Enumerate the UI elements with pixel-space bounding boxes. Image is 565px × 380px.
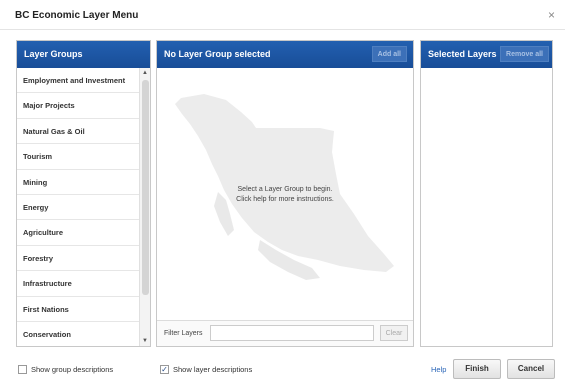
layer-groups-title: Layer Groups xyxy=(24,49,83,59)
selected-layers-panel: Selected Layers Remove all xyxy=(420,40,553,347)
filter-layers-label: Filter Layers xyxy=(164,330,203,337)
close-icon[interactable]: × xyxy=(548,9,555,21)
layer-group-item[interactable]: Employment and Investment xyxy=(17,68,140,94)
scroll-down-arrow-icon[interactable]: ▼ xyxy=(140,336,150,346)
scrollbar-thumb[interactable] xyxy=(142,80,149,295)
show-layer-descriptions-label: Show layer descriptions xyxy=(173,365,253,374)
map-placeholder: Select a Layer Group to begin. Click hel… xyxy=(157,68,413,318)
checkbox-box-icon[interactable] xyxy=(18,364,27,374)
dialog-title: BC Economic Layer Menu xyxy=(15,10,139,21)
instructions-line-2: Click help for more instructions. xyxy=(236,196,334,203)
instructions-line-1: Select a Layer Group to begin. xyxy=(237,186,333,193)
layer-group-list: Employment and Investment Major Projects N… xyxy=(17,68,140,346)
add-all-button[interactable]: Add all xyxy=(371,46,407,62)
filter-layers-input[interactable] xyxy=(210,325,374,341)
layer-group-item[interactable]: Natural Gas & Oil xyxy=(17,119,140,145)
layers-panel-header: No Layer Group selected Add all xyxy=(157,41,413,68)
show-layer-descriptions-checkbox[interactable]: ✓ Show layer descriptions xyxy=(160,364,252,376)
layer-groups-panel: Layer Groups Employment and Investment Ma… xyxy=(16,40,151,347)
scroll-up-arrow-icon[interactable]: ▲ xyxy=(140,68,150,78)
layer-group-item[interactable]: Tourism xyxy=(17,144,140,170)
layers-panel-title: No Layer Group selected xyxy=(164,49,271,59)
finish-button[interactable]: Finish xyxy=(453,359,501,379)
cancel-button[interactable]: Cancel xyxy=(507,359,555,379)
checkmark-icon[interactable]: ✓ xyxy=(160,364,169,374)
layer-group-item[interactable]: First Nations xyxy=(17,297,140,322)
layer-group-item[interactable]: Energy xyxy=(17,195,140,221)
layer-group-item[interactable]: Major Projects xyxy=(17,93,140,119)
instructions-text: Select a Layer Group to begin. Click hel… xyxy=(157,185,413,205)
layer-group-scrollbar[interactable]: ▲ ▼ xyxy=(139,68,150,346)
layer-group-item[interactable]: Mining xyxy=(17,170,140,195)
show-group-descriptions-checkbox[interactable]: Show group descriptions xyxy=(18,364,113,376)
layer-groups-header: Layer Groups xyxy=(17,41,150,68)
layer-group-item[interactable]: Forestry xyxy=(17,246,140,272)
selected-layers-title: Selected Layers xyxy=(428,49,497,59)
layer-group-item[interactable]: Conservation xyxy=(17,322,140,346)
show-group-descriptions-label: Show group descriptions xyxy=(31,365,114,374)
remove-all-button[interactable]: Remove all xyxy=(500,46,549,62)
layer-group-item[interactable]: Infrastructure xyxy=(17,271,140,297)
layers-panel: No Layer Group selected Add all Select a… xyxy=(156,40,414,347)
clear-filter-button[interactable]: Clear xyxy=(380,325,408,341)
layer-group-item[interactable]: Agriculture xyxy=(17,220,140,246)
selected-layers-header: Selected Layers Remove all xyxy=(421,41,552,68)
help-link[interactable]: Help xyxy=(431,364,446,376)
filter-row: Filter Layers Clear xyxy=(157,320,413,346)
dialog-titlebar: BC Economic Layer Menu × xyxy=(0,0,565,30)
